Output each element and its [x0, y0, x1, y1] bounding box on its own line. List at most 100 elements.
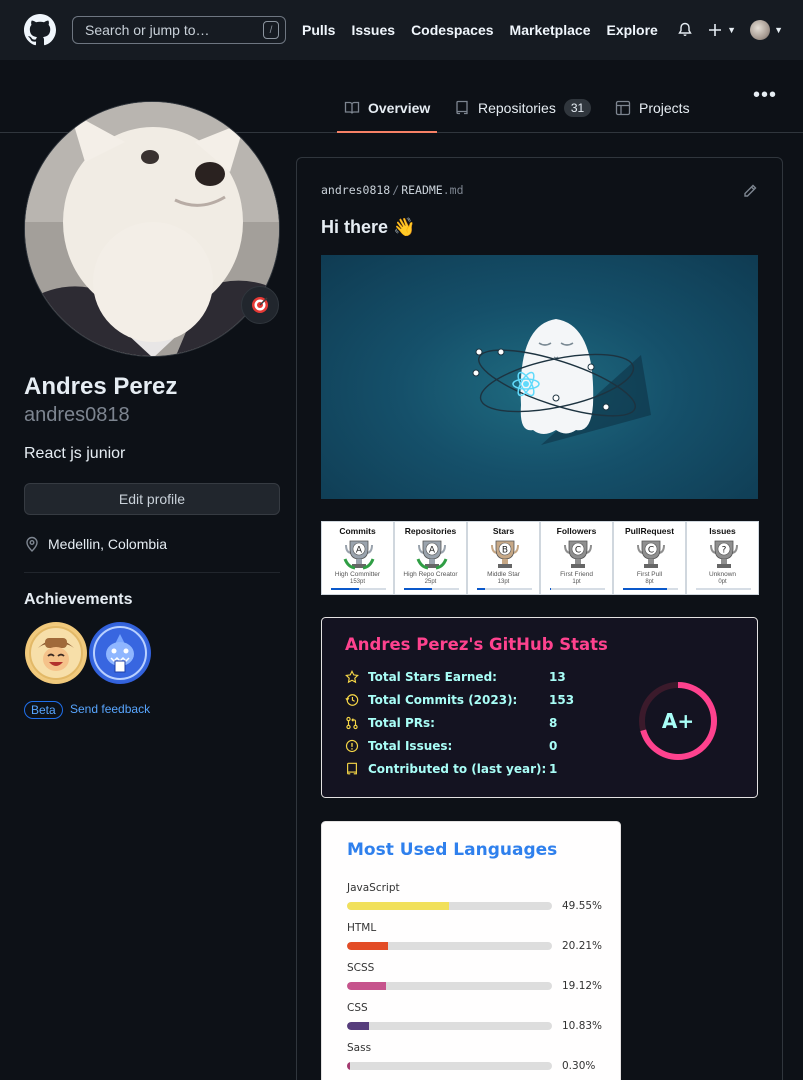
path-separator: /	[392, 183, 400, 197]
trophy-card: Issues? Unknown 0pt	[686, 521, 759, 595]
trophy-rank: B	[502, 546, 508, 556]
plus-icon	[709, 24, 722, 36]
readme-owner-link[interactable]: andres0818	[321, 183, 390, 197]
tab-projects[interactable]: Projects	[615, 84, 690, 132]
global-nav: Pulls Issues Codespaces Marketplace Expl…	[302, 22, 674, 38]
create-new-button[interactable]: ▼	[707, 22, 736, 38]
star-icon	[345, 670, 359, 684]
trophy-progress-fill	[477, 588, 486, 590]
readme-banner-image	[321, 255, 758, 499]
language-row: SCSS 19.12%	[347, 962, 607, 992]
stat-row-prs: Total PRs: 8	[345, 716, 557, 730]
user-menu-button[interactable]: ▼	[750, 20, 783, 40]
language-row: Sass 0.30%	[347, 1042, 607, 1072]
tab-repositories[interactable]: Repositories 31	[454, 84, 592, 132]
nav-issues[interactable]: Issues	[351, 22, 395, 38]
trophy-name: First Friend	[560, 571, 593, 578]
search-input[interactable]: Search or jump to… /	[72, 16, 286, 44]
rank-circle: A+	[639, 682, 717, 760]
language-bar-track	[347, 902, 552, 910]
bell-icon[interactable]	[677, 22, 693, 38]
readme-file-link[interactable]: README	[401, 183, 443, 197]
trophy-card: Followers C First Friend 1pt	[540, 521, 613, 595]
trophy-points: 153pt	[349, 579, 365, 585]
trophy-rank: C	[648, 546, 654, 556]
profile-avatar[interactable]	[24, 101, 280, 357]
trophy-progress-fill	[550, 588, 552, 590]
language-name: HTML	[347, 922, 377, 934]
trophy-title: Stars	[492, 526, 515, 536]
language-bar-fill	[347, 902, 449, 910]
stat-value: 1	[549, 762, 558, 776]
ghost-react-illustration	[472, 319, 651, 445]
repo-icon	[347, 762, 357, 775]
trophy-name: High Repo Creator	[403, 571, 458, 578]
achievement-cowboy-icon[interactable]	[25, 622, 87, 684]
trophy-title: Repositories	[404, 526, 457, 536]
trophy-progress-bar	[331, 588, 386, 590]
beta-badge: Beta	[24, 701, 63, 719]
readme-file-ext: .md	[442, 183, 464, 197]
language-percent: 19.12%	[562, 980, 603, 992]
language-percent: 20.21%	[562, 940, 603, 952]
header-actions: ▼ ▼	[677, 0, 783, 60]
nav-pulls[interactable]: Pulls	[302, 22, 335, 38]
book-icon	[344, 101, 360, 114]
stat-value: 8	[549, 716, 558, 730]
readme-path: andres0818/README.md	[321, 183, 464, 197]
stat-value: 0	[549, 739, 558, 753]
trophy-title: PullRequest	[624, 526, 675, 536]
target-emoji-icon	[252, 297, 268, 313]
language-name: Sass	[347, 1042, 372, 1054]
trophy-card: Repositories A High Repo Creator 25pt	[394, 521, 467, 595]
status-badge[interactable]	[241, 286, 279, 324]
tab-overview[interactable]: Overview	[337, 84, 438, 133]
language-percent: 0.30%	[562, 1060, 596, 1072]
search-shortcut-key: /	[263, 21, 279, 39]
trophy-points: 1pt	[572, 579, 581, 585]
trophy-cup-icon: C	[564, 540, 592, 568]
global-header: Search or jump to… / Pulls Issues Codesp…	[0, 0, 803, 60]
trophy-points: 0pt	[718, 579, 727, 585]
trophy-progress-fill	[404, 588, 432, 590]
location-icon	[26, 536, 38, 552]
trophy-cup-icon: A	[343, 540, 375, 570]
trophy-name: First Pull	[636, 571, 663, 578]
profile-location: Medellin, Colombia	[24, 536, 167, 552]
trophy-progress-bar	[404, 588, 459, 590]
send-feedback-link[interactable]: Send feedback	[70, 702, 150, 716]
nav-explore[interactable]: Explore	[606, 22, 657, 38]
cowboy-badge-art	[29, 626, 83, 680]
stat-value: 13	[549, 670, 566, 684]
table-icon	[615, 100, 631, 116]
nav-codespaces[interactable]: Codespaces	[411, 22, 493, 38]
language-bar-track	[347, 1062, 552, 1070]
more-options-icon[interactable]: •••	[753, 84, 777, 107]
repositories-count-badge: 31	[563, 99, 592, 117]
language-row: JavaScript 49.55%	[347, 882, 607, 912]
nav-marketplace[interactable]: Marketplace	[510, 22, 591, 38]
github-logo-icon[interactable]	[24, 14, 56, 46]
stats-title: Andres Perez's GitHub Stats	[345, 635, 608, 654]
languages-title: Most Used Languages	[347, 840, 558, 860]
language-bar-fill	[347, 942, 389, 950]
trophy-progress-bar	[623, 588, 678, 590]
language-row: HTML 20.21%	[347, 922, 607, 952]
language-bar-track	[347, 982, 552, 990]
achievement-shark-icon[interactable]	[89, 622, 151, 684]
stat-row-stars: Total Stars Earned: 13	[345, 670, 566, 684]
pencil-icon[interactable]	[742, 183, 758, 199]
trophy-title: Followers	[556, 526, 597, 536]
profile-bio: React js junior	[24, 445, 126, 462]
trophy-cup-icon: A	[416, 540, 448, 570]
trophy-cup-icon: ?	[710, 540, 738, 568]
trophy-rank: A	[356, 546, 363, 556]
edit-profile-button[interactable]: Edit profile	[24, 483, 280, 515]
language-bar-fill	[347, 982, 387, 990]
profile-name: Andres Perez	[24, 373, 178, 400]
rank-grade: A+	[662, 709, 694, 733]
trophy-name: High Committer	[334, 571, 381, 578]
stat-label: Contributed to (last year):	[368, 762, 547, 776]
stat-label: Total PRs:	[368, 716, 435, 730]
chevron-down-icon: ▼	[774, 25, 783, 35]
